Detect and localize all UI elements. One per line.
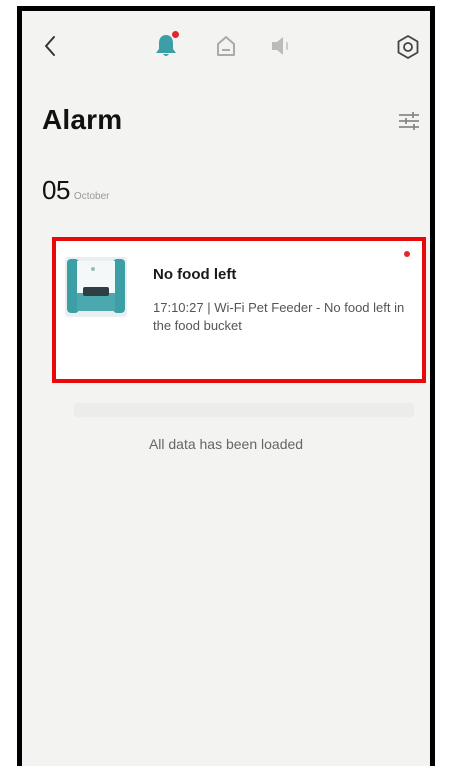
device-thumbnail	[63, 253, 129, 321]
list-divider	[74, 403, 414, 417]
alarm-list-item[interactable]: No food left 17:10:27 | Wi-Fi Pet Feeder…	[52, 237, 426, 383]
tab-home-security[interactable]	[212, 31, 240, 61]
date-month: October	[73, 191, 110, 202]
home-icon	[217, 36, 235, 56]
alarm-title: No food left	[153, 266, 237, 283]
tab-speaker[interactable]	[266, 31, 296, 61]
top-navigation-bar	[22, 11, 430, 83]
page-title: Alarm	[42, 104, 123, 135]
phone-screen: Alarm 05 October No food left 17:10:27 |…	[17, 6, 435, 766]
notification-dot	[172, 31, 179, 38]
speaker-icon	[272, 37, 288, 55]
unread-dot	[404, 251, 410, 257]
settings-button[interactable]	[392, 31, 424, 63]
date-day: 05	[42, 175, 70, 205]
back-button[interactable]	[36, 31, 64, 61]
date-group-header: 05 October	[42, 175, 110, 206]
list-end-message: All data has been loaded	[148, 436, 304, 452]
filter-button[interactable]	[396, 109, 422, 133]
filter-icon	[399, 112, 419, 130]
back-icon	[45, 36, 55, 56]
pet-feeder-icon	[65, 257, 127, 317]
tab-alarm[interactable]	[149, 29, 183, 63]
settings-icon	[397, 35, 419, 59]
alarm-detail: 17:10:27 | Wi-Fi Pet Feeder - No food le…	[153, 300, 405, 333]
